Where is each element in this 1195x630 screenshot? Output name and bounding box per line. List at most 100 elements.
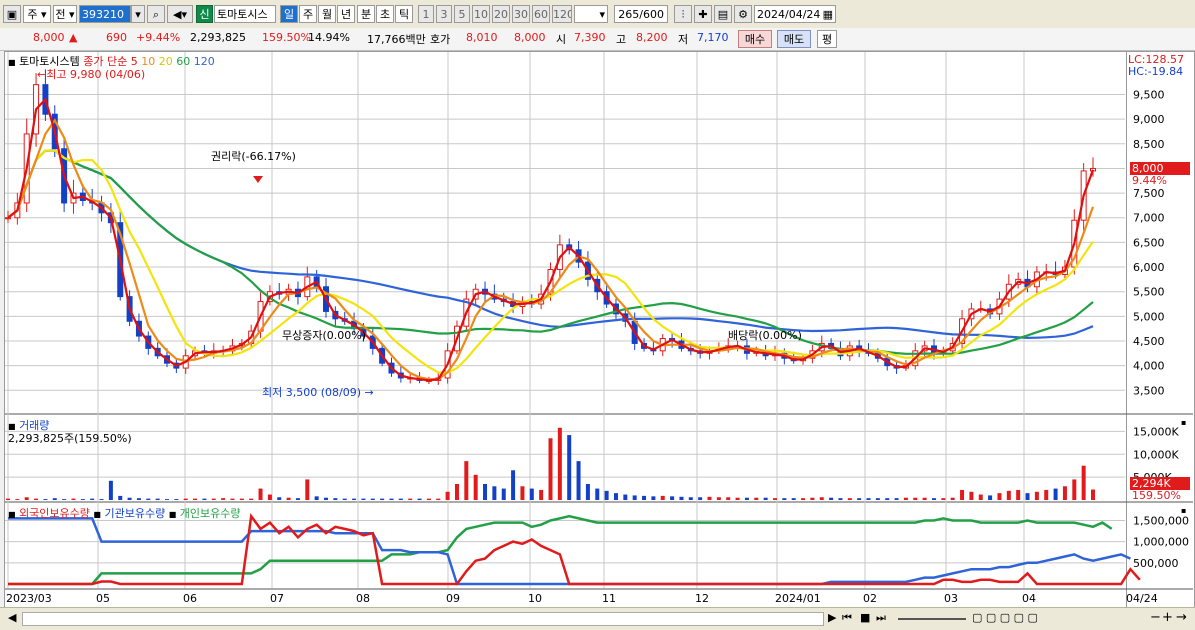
x-tick-label: 2024/01 [775, 592, 821, 605]
toolbar-tools-icon[interactable]: ▢ ▢ ▢ ▢ ▢ [972, 611, 1038, 624]
ma10-line [7, 118, 1095, 381]
volume-bar [1072, 479, 1077, 500]
low-annotation-text: 최저 3,500 (08/09) [262, 386, 362, 399]
volume-bar [342, 498, 347, 500]
pane-close-icon[interactable]: ▪ [1181, 418, 1186, 427]
volume-bar [613, 493, 618, 500]
volume-bar [417, 498, 422, 500]
volume-bar [239, 498, 244, 500]
volume-bar [576, 461, 581, 500]
volume-bar [333, 498, 338, 500]
volume-pane [6, 427, 1095, 500]
volume-bar [810, 497, 815, 500]
volume-bar [950, 497, 955, 500]
x-tick-label: 2023/03 [6, 592, 52, 605]
volume-bar [885, 498, 890, 500]
bottom-bar: ◀ ▶ ⏮ ■ ⏭ ▢ ▢ ▢ ▢ ▢ − + → [0, 607, 1195, 630]
scroll-stop-icon[interactable]: ■ [860, 611, 870, 624]
volume-bar [838, 498, 843, 500]
volume-bar [670, 496, 675, 500]
volume-bar [267, 494, 272, 500]
scroll-first-icon[interactable]: ⏮ [842, 611, 852, 625]
horizontal-scrollbar[interactable] [22, 612, 824, 626]
price-tick-label: 6,500 [1133, 236, 1165, 249]
x-tick-label: 09 [446, 592, 460, 605]
dividend-annotation: 배당락(0.00%) [728, 329, 802, 342]
volume-bar [875, 498, 880, 500]
volume-bar [380, 498, 385, 500]
volume-bar [436, 498, 441, 500]
volume-bar [389, 498, 394, 500]
volume-bar [118, 495, 123, 500]
price-tick-label: 8,500 [1133, 138, 1165, 151]
scroll-right-icon[interactable]: ▶ [828, 611, 836, 624]
volume-bar [894, 498, 899, 500]
volume-bar [969, 491, 974, 500]
volume-bar [520, 486, 525, 500]
split-annotation: 무상증자(0.00%) [282, 329, 367, 342]
volume-bar [155, 498, 160, 500]
x-tick-label: 07 [270, 592, 284, 605]
legend-ma120: 120 [193, 55, 215, 68]
volume-bar [174, 499, 179, 500]
volume-bar [557, 427, 562, 500]
pane-close-icon-2[interactable]: ▪ [1181, 506, 1186, 515]
volume-bar [146, 498, 151, 500]
volume-bar [1044, 489, 1049, 500]
volume-bar [454, 484, 459, 500]
volume-bar [735, 497, 740, 500]
volume-bar [660, 495, 665, 500]
volume-bar [1053, 488, 1058, 500]
volume-bar [62, 499, 67, 500]
volume-bar [642, 495, 647, 500]
volume-bar [361, 498, 366, 500]
x-tick-label: 04 [1022, 592, 1036, 605]
volume-bar [501, 488, 506, 500]
ma120-line [7, 149, 1094, 340]
x-tick-label: 04/24 [1126, 592, 1158, 605]
volume-bar [931, 498, 936, 500]
volume-bar [408, 498, 413, 500]
legend-ma60: 60 [176, 55, 191, 68]
volume-bar [791, 498, 796, 500]
zoom-slider[interactable] [898, 618, 966, 620]
volume-bar [567, 435, 572, 500]
price-tick-label: 9,000 [1133, 113, 1165, 126]
volume-bar [230, 498, 235, 500]
x-tick-label: 02 [863, 592, 877, 605]
volume-bar [99, 499, 104, 500]
volume-bar [426, 498, 431, 500]
price-pane [5, 69, 1096, 385]
volume-bar [997, 493, 1002, 500]
volume-bar [922, 497, 927, 500]
legend-settings-icon[interactable]: ■ [8, 58, 16, 67]
price-tick-label: 4,500 [1133, 335, 1165, 348]
fit-icon[interactable]: → [1176, 610, 1187, 625]
volume-bar [548, 438, 553, 500]
volume-bar [866, 498, 871, 500]
holding-legend: ■ 외국인보유수량 ■ 기관보유수량 ■ 개인보유수량 [8, 507, 241, 520]
volume-bar [398, 498, 403, 500]
zoom-out-icon[interactable]: − [1150, 610, 1161, 625]
volume-bar [464, 461, 469, 500]
volume-bar [529, 488, 534, 500]
volume-tick-label: 10,000K [1133, 448, 1179, 461]
volume-bar [183, 498, 188, 500]
volume-bar [688, 497, 693, 500]
volume-bar [370, 498, 375, 500]
volume-bar [1091, 489, 1095, 500]
volume-bar [913, 497, 918, 500]
volume-bar [15, 499, 20, 500]
zoom-in-icon[interactable]: + [1162, 610, 1173, 625]
volume-bar [277, 497, 282, 500]
price-tick-label: 5,000 [1133, 310, 1165, 323]
volume-bar [71, 498, 76, 500]
scroll-last-icon[interactable]: ⏭ [876, 611, 886, 625]
chart-canvas[interactable]: 3,500 4,000 4,500 5,000 5,500 6,000 6,500 7,000… [0, 0, 1195, 629]
volume-bar [754, 497, 759, 500]
volume-bar [1025, 493, 1030, 500]
volume-bar [960, 489, 965, 500]
scroll-left-icon[interactable]: ◀ [8, 611, 16, 624]
volume-bar [295, 498, 300, 500]
volume-bar [847, 498, 852, 500]
